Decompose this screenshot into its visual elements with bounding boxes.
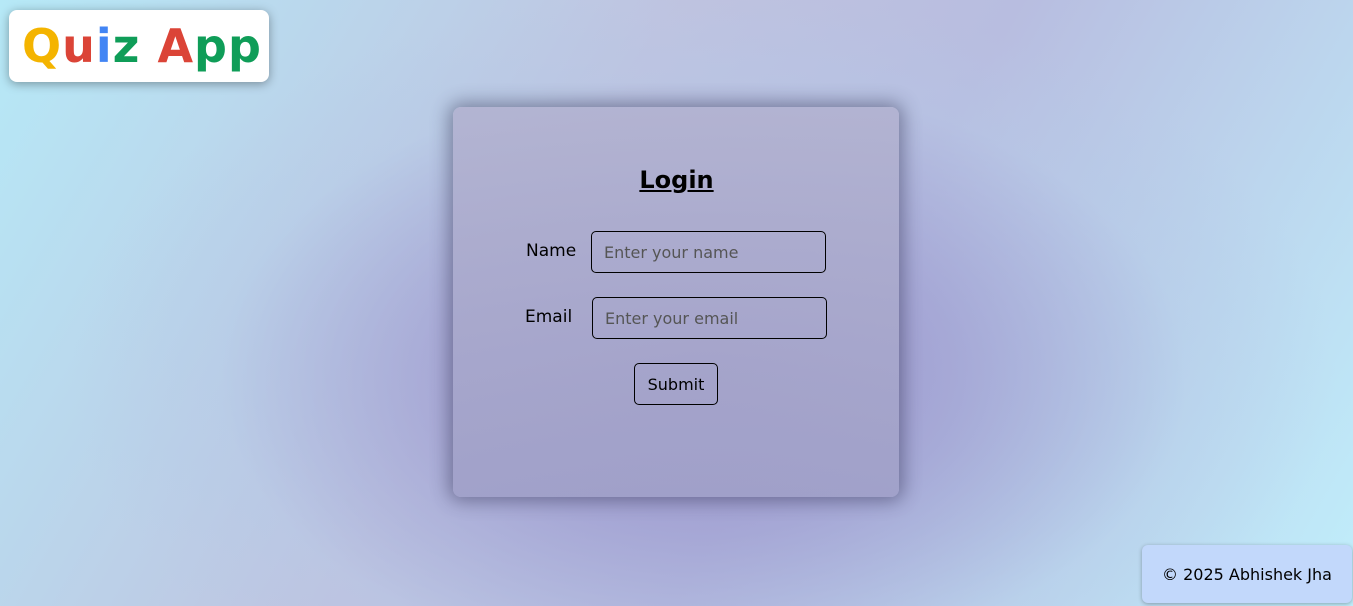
name-label: Name (526, 241, 577, 261)
logo-letter: i (95, 19, 113, 73)
submit-button[interactable]: Submit (634, 363, 718, 405)
logo-letter: z (112, 19, 141, 73)
app-logo-text: Quiz App (22, 23, 262, 69)
login-title: Login (639, 166, 714, 194)
email-input[interactable] (592, 297, 827, 339)
app-logo[interactable]: Quiz App (9, 10, 269, 82)
logo-letter: Q (22, 19, 63, 73)
footer-copyright: © 2025 Abhishek Jha (1142, 545, 1352, 603)
footer-text: © 2025 Abhishek Jha (1162, 564, 1332, 584)
email-label: Email (525, 307, 573, 327)
logo-letter (140, 23, 157, 69)
logo-letter: p (194, 19, 228, 73)
logo-letter: u (62, 19, 96, 73)
logo-letter: A (157, 19, 195, 73)
logo-letter: p (227, 19, 262, 73)
name-input[interactable] (591, 231, 826, 273)
